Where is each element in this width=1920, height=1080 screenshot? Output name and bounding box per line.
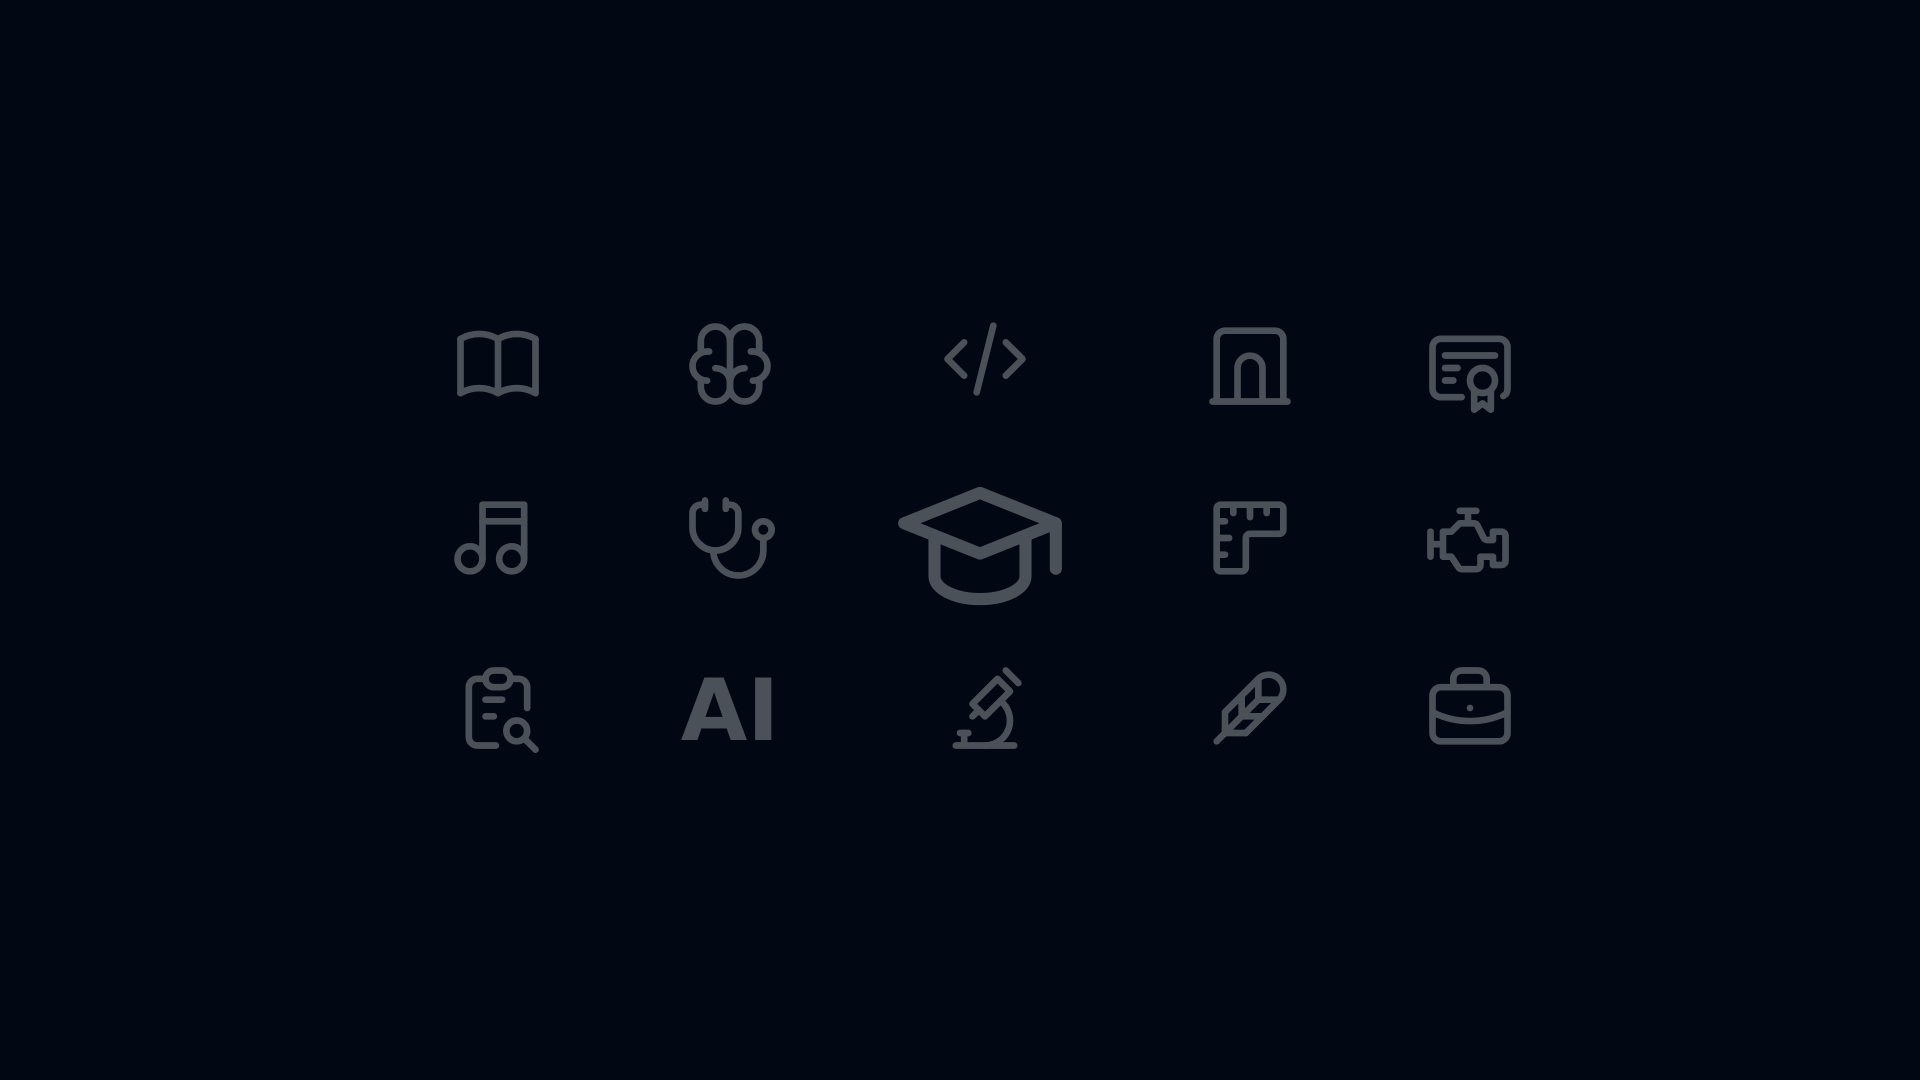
ai-label: AI — [681, 661, 780, 761]
ruler-icon — [1200, 488, 1300, 588]
stethoscope-icon — [680, 488, 780, 588]
clipboard-search-icon — [448, 658, 548, 758]
building-arch-icon — [1200, 314, 1300, 414]
microscope-icon — [935, 658, 1035, 758]
graduation-cap-icon — [889, 455, 1071, 637]
ai-icon: AI — [680, 658, 780, 761]
icon-grid: AI — [0, 0, 1920, 1080]
code-icon — [935, 309, 1035, 409]
book-icon — [448, 314, 548, 414]
certificate-icon — [1420, 318, 1520, 418]
music-icon — [445, 488, 545, 588]
engine-icon — [1418, 490, 1518, 590]
brain-icon — [680, 314, 780, 414]
briefcase-icon — [1420, 658, 1520, 758]
feather-icon — [1200, 658, 1300, 758]
